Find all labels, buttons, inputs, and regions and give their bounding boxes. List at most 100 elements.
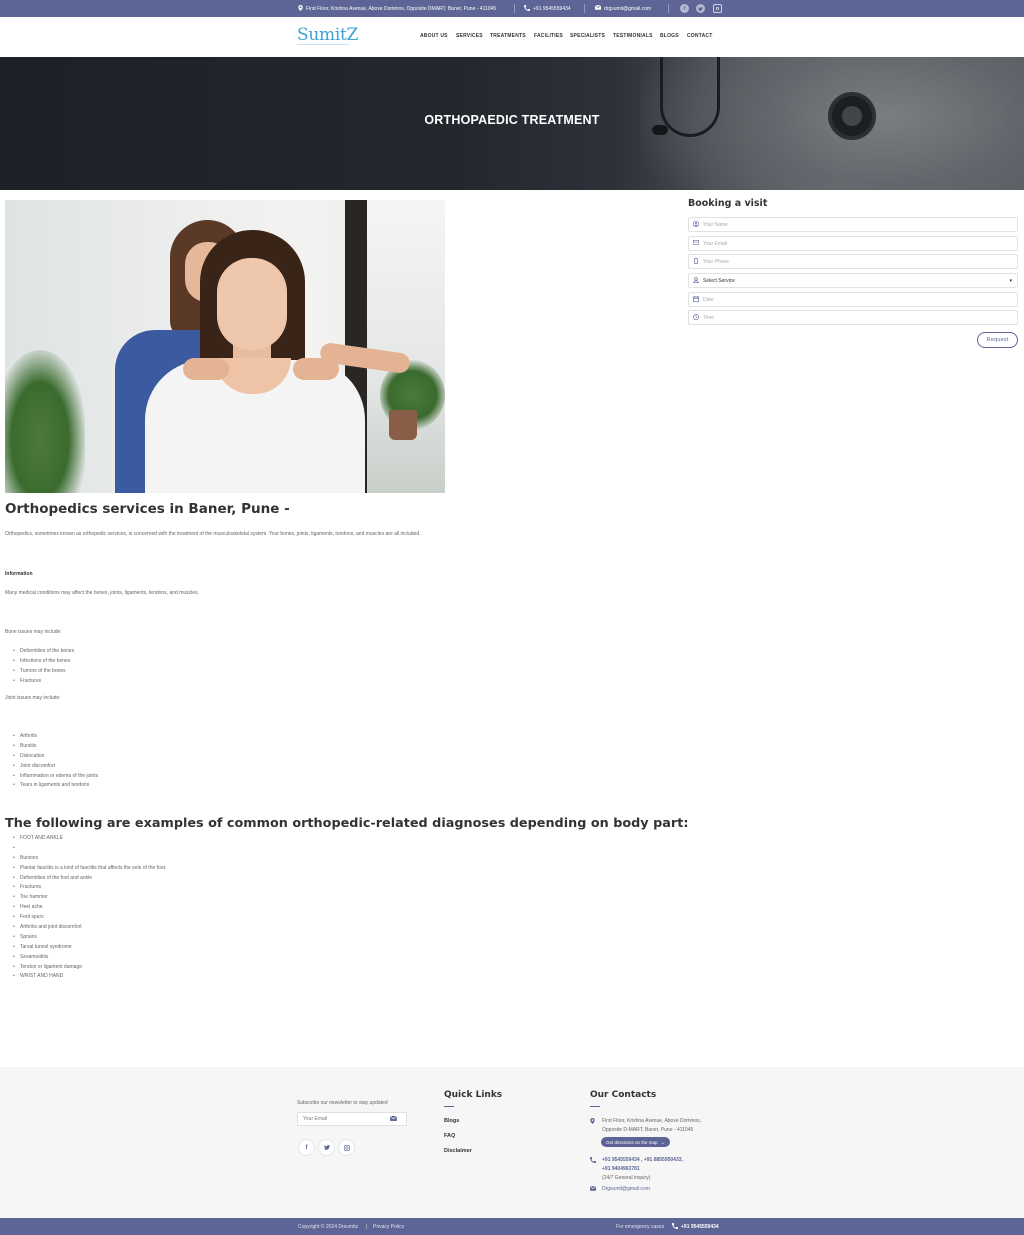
chevron-down-icon: ▾	[1009, 277, 1012, 284]
list-item: Sesamoiditis	[13, 953, 166, 963]
list-item: FOOT AND ANKLE	[13, 834, 166, 844]
information-text: Many medical conditions may affect the b…	[5, 590, 199, 596]
topbar-divider	[668, 4, 669, 13]
nav-facilities[interactable]: FACILITIES	[534, 33, 563, 39]
list-item: Infections of the bones	[13, 657, 74, 667]
envelope-icon	[689, 240, 703, 247]
topbar-phone[interactable]: +91 9545559434	[524, 0, 571, 17]
nav-treatments[interactable]: TREATMENTS	[490, 33, 526, 39]
contacts-title: Our Contacts	[590, 1090, 657, 1100]
directions-button[interactable]: Get directions on the map →	[601, 1137, 671, 1147]
emergency-label: For emergency cases	[616, 1223, 665, 1230]
examples-list: FOOT AND ANKLE Bunions Plantar fasciitis…	[13, 834, 166, 982]
list-item: Sprains	[13, 933, 166, 943]
page-banner: ORTHOPAEDIC TREATMENT	[0, 57, 1024, 190]
calendar-icon	[689, 295, 703, 304]
booking-title: Booking a visit	[688, 198, 768, 209]
nav-about-us[interactable]: ABOUT US	[420, 33, 448, 39]
request-button[interactable]: Request	[977, 332, 1018, 348]
topbar-divider	[584, 4, 585, 13]
page-title: ORTHOPAEDIC TREATMENT	[424, 113, 600, 127]
topbar-address-text: First Floor, Krishna Avenue, Above Domin…	[306, 5, 497, 12]
article-intro: Orthopedics, sometimes known as orthoped…	[5, 531, 421, 537]
footer-link-faq[interactable]: FAQ	[444, 1133, 455, 1139]
list-item: Tendon or ligament damage	[13, 963, 166, 973]
quick-links-underline	[444, 1106, 454, 1107]
privacy-policy-link[interactable]: Privacy Policy	[373, 1218, 404, 1235]
quick-links-title: Quick Links	[444, 1090, 503, 1100]
newsletter-email-input[interactable]	[298, 1116, 390, 1122]
footer-link-disclaimer[interactable]: Disclaimer	[444, 1148, 472, 1154]
list-item: Plantar fasciitis is a kind of fasciitis…	[13, 864, 166, 874]
phone-input[interactable]	[703, 258, 1003, 265]
instagram-icon[interactable]	[338, 1139, 355, 1156]
footer-link-blogs[interactable]: Blogs	[444, 1118, 459, 1124]
arrow-right-icon: →	[660, 1139, 666, 1145]
nav-testimonials[interactable]: TESTIMONIALS	[613, 33, 653, 39]
nav-blogs[interactable]: BLOGS	[660, 33, 679, 39]
facebook-icon[interactable]: f	[298, 1139, 315, 1156]
newsletter-email-field[interactable]	[297, 1112, 407, 1126]
footer-email[interactable]: Drgsumit@gmail.com	[589, 1186, 650, 1193]
contacts-underline	[590, 1106, 600, 1107]
phone-icon	[524, 4, 530, 13]
article-heading: Orthopedics services in Baner, Pune -	[5, 501, 290, 517]
email-field[interactable]	[688, 236, 1018, 251]
emergency-phone[interactable]: +91 9545559434	[672, 1218, 719, 1235]
service-select[interactable]: Select Service ▾	[688, 273, 1018, 288]
list-item: Deformities of the foot and ankle	[13, 874, 166, 884]
envelope-icon	[589, 1186, 597, 1193]
nav-specialists[interactable]: SPECIALISTS	[570, 33, 605, 39]
site-logo[interactable]: SumitZ	[297, 25, 358, 45]
footer-address: First Floor, Krishna Avenue, Above Domin…	[590, 1118, 701, 1133]
topbar-email[interactable]: drgsumit@gmail.com	[594, 0, 652, 17]
phone-numbers[interactable]: +91 9404963781	[602, 1166, 683, 1172]
user-icon	[689, 220, 703, 229]
footer-separator: |	[366, 1223, 368, 1230]
directions-label: Get directions on the map	[606, 1139, 658, 1145]
emergency-phone-text: +91 9545559434	[681, 1223, 719, 1230]
footer-phones: +91 9545559434 , +91 8855950433, +91 940…	[590, 1157, 683, 1181]
list-item: Fractures	[13, 677, 74, 687]
clock-icon	[689, 313, 703, 322]
time-field[interactable]	[688, 310, 1018, 325]
topbar-email-text: drgsumit@gmail.com	[604, 5, 652, 12]
list-item: Tarsal tunnel syndrome	[13, 943, 166, 953]
joint-issues-list: Arthritis Bursitis Dislocation Joint dis…	[13, 732, 98, 791]
list-item: WRIST AND HAND	[13, 972, 166, 982]
site-header: SumitZ ABOUT US SERVICES TREATMENTS FACI…	[0, 17, 1024, 57]
list-item: Foot spurs	[13, 913, 166, 923]
doctor-icon	[689, 276, 703, 285]
nav-contact[interactable]: CONTACT	[687, 33, 712, 39]
twitter-icon[interactable]	[696, 4, 705, 13]
envelope-icon[interactable]	[389, 1115, 398, 1123]
phone-numbers[interactable]: +91 9545559434 , +91 8855950433,	[602, 1157, 683, 1163]
examples-heading: The following are examples of common ort…	[5, 816, 689, 831]
twitter-icon[interactable]	[318, 1139, 335, 1156]
footer-email-text: Drgsumit@gmail.com	[602, 1186, 650, 1192]
list-item: Tears in ligaments and tendons	[13, 781, 98, 791]
service-select-value: Select Service	[703, 277, 735, 284]
list-item: Toe hammer	[13, 893, 166, 903]
list-item	[13, 844, 166, 854]
topbar-phone-text: +91 9545559434	[533, 5, 571, 12]
name-input[interactable]	[703, 221, 1003, 228]
list-item: Inflammation or edema of the joints	[13, 772, 98, 782]
treatment-photo	[5, 200, 445, 493]
bottom-bar: Copyright © 2024 Drsumitz | Privacy Poli…	[0, 1218, 1024, 1235]
instagram-icon[interactable]	[713, 4, 722, 13]
nav-services[interactable]: SERVICES	[456, 33, 483, 39]
date-input[interactable]	[703, 296, 1003, 303]
list-item: Fractures	[13, 883, 166, 893]
time-input[interactable]	[703, 314, 1003, 321]
phone-field[interactable]	[688, 254, 1018, 269]
top-info-bar: First Floor, Krishna Avenue, Above Domin…	[0, 0, 1024, 17]
email-input[interactable]	[703, 240, 1003, 247]
logo-underline	[297, 44, 349, 45]
bone-issues-label: Bone issues may include:	[5, 629, 62, 635]
facebook-icon[interactable]: f	[680, 4, 689, 13]
date-field[interactable]	[688, 292, 1018, 307]
mobile-phone-icon	[689, 257, 703, 266]
name-field[interactable]	[688, 217, 1018, 232]
phone-icon	[672, 1222, 678, 1231]
